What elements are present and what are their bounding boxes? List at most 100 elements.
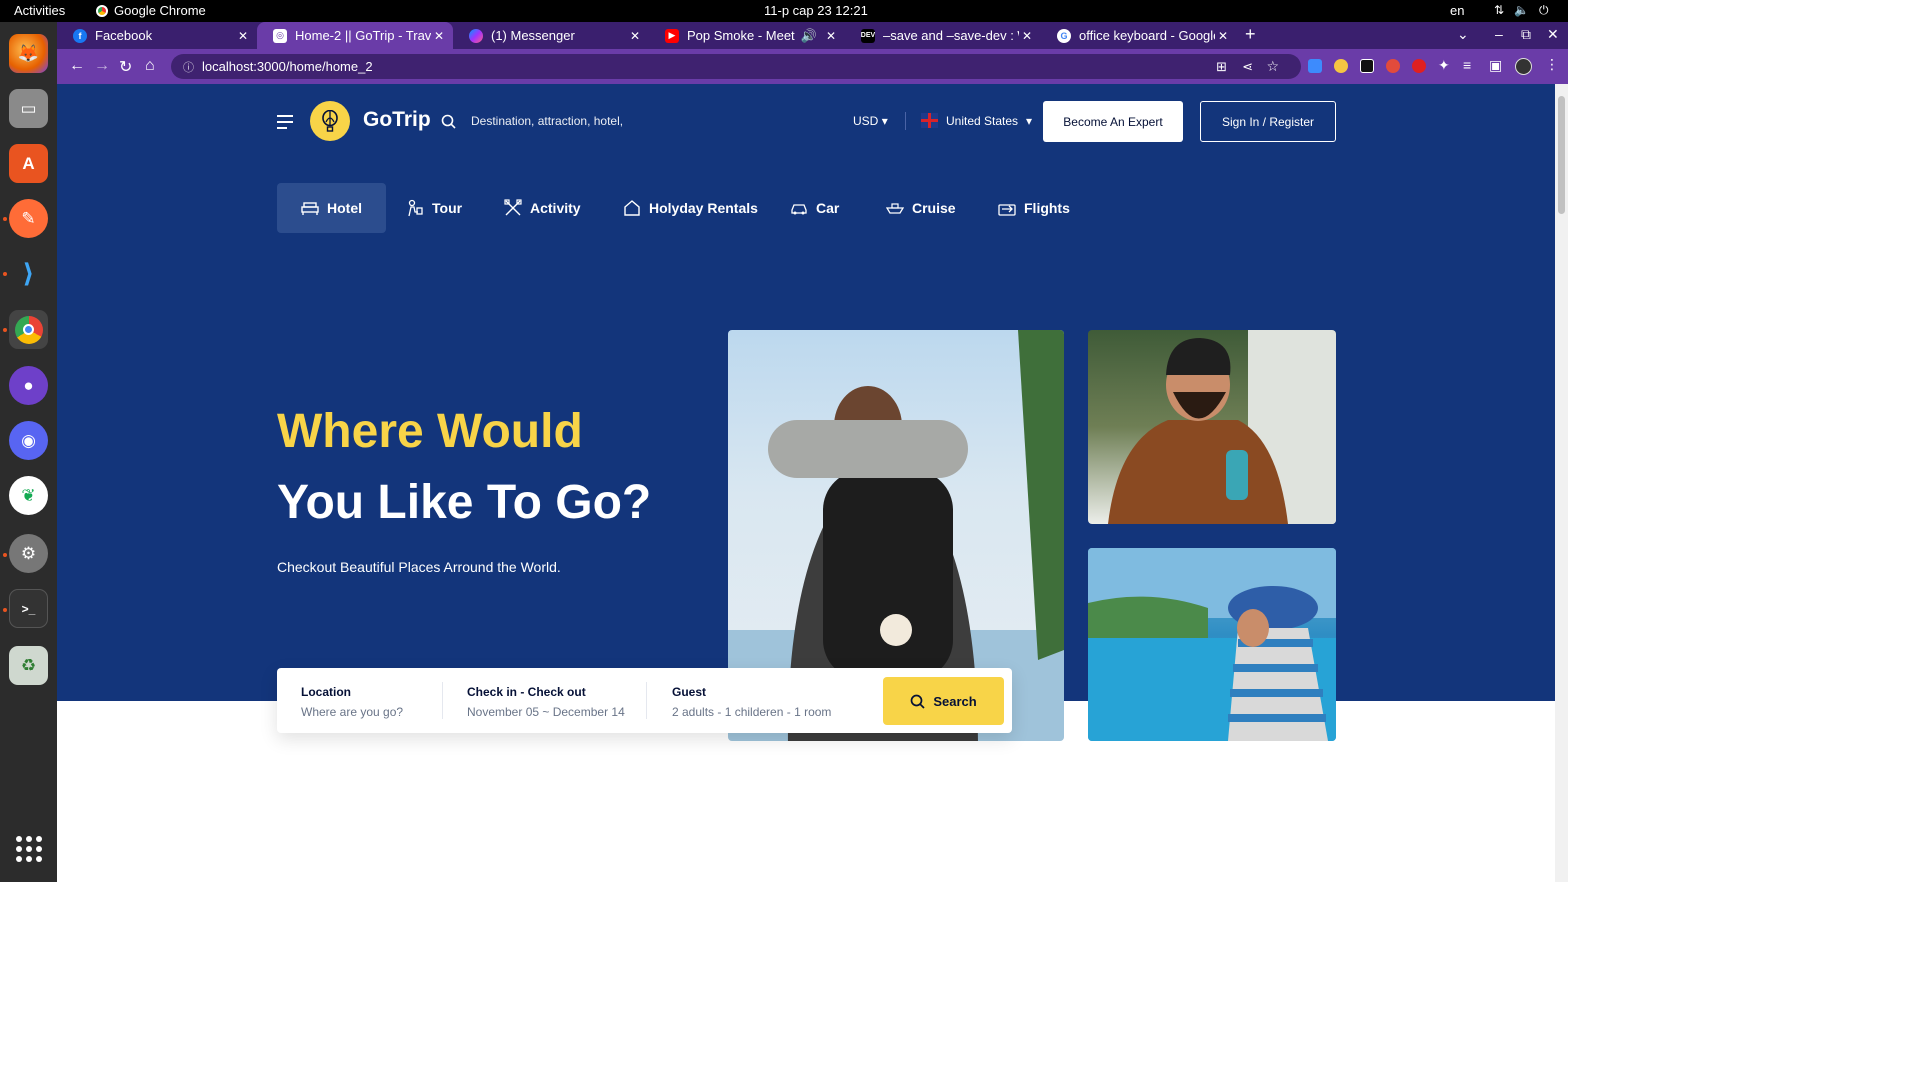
country-value: United States <box>946 113 1019 128</box>
home-icon[interactable]: ⌂ <box>145 57 155 75</box>
close-icon[interactable]: ✕ <box>1215 29 1231 43</box>
close-icon[interactable]: ✕ <box>627 29 643 43</box>
app-menu[interactable]: Google Chrome <box>96 3 206 18</box>
close-icon[interactable]: ✕ <box>1019 29 1035 43</box>
dates-value[interactable]: November 05 ~ December 14 <box>467 705 625 719</box>
country-select[interactable]: United States ▾ <box>921 113 1032 128</box>
minimize-icon[interactable]: – <box>1495 26 1503 42</box>
extension-icon[interactable] <box>1334 59 1348 73</box>
bookmark-star-icon[interactable]: ☆ <box>1266 58 1279 75</box>
chrome-dock-icon[interactable] <box>9 310 48 349</box>
location-field[interactable]: Location Where are you go? <box>301 668 441 733</box>
power-icon: ⏻ <box>1539 3 1549 17</box>
extension-icon[interactable] <box>1386 59 1400 73</box>
currency-select[interactable]: USD ▾ <box>853 114 888 128</box>
language-indicator[interactable]: en <box>1450 3 1464 18</box>
activities-button[interactable]: Activities <box>14 3 65 18</box>
tab-title: office keyboard - Google <box>1079 28 1215 43</box>
tab-car[interactable]: Car <box>766 183 863 233</box>
search-icon[interactable] <box>441 114 456 134</box>
forward-icon[interactable]: → <box>94 57 110 75</box>
volume-icon: 🔈 <box>1514 3 1530 17</box>
menu-icon[interactable] <box>277 115 293 133</box>
tab-tour[interactable]: Tour <box>382 183 486 233</box>
tab-facebook[interactable]: f Facebook ✕ <box>57 22 257 49</box>
guest-value[interactable]: 2 adults - 1 childeren - 1 room <box>672 705 831 719</box>
dates-field[interactable]: Check in - Check out November 05 ~ Decem… <box>467 668 647 733</box>
page-scrollbar[interactable] <box>1555 84 1568 882</box>
tab-hotel[interactable]: Hotel <box>277 183 386 233</box>
translate-icon[interactable]: ⊞ <box>1216 59 1227 75</box>
close-icon[interactable]: ✕ <box>431 29 447 43</box>
balloon-logo-icon[interactable] <box>310 101 350 141</box>
speaker-icon[interactable]: 🔊 <box>801 28 817 44</box>
divider <box>646 682 647 719</box>
running-indicator <box>3 608 7 612</box>
reading-list-icon[interactable]: ≡ <box>1463 57 1471 73</box>
adblock-icon[interactable] <box>1412 59 1426 73</box>
site-info-icon[interactable]: ⓘ <box>183 59 194 75</box>
facebook-icon: f <box>73 28 87 43</box>
mongodb-icon[interactable]: ❦ <box>9 476 48 515</box>
menu-dots-icon[interactable]: ⋮ <box>1545 56 1559 73</box>
maximize-icon[interactable]: ⧉ <box>1521 26 1531 43</box>
tab-label: Cruise <box>912 200 956 216</box>
software-center-icon[interactable]: A <box>9 144 48 183</box>
clock[interactable]: 11-р сар 23 12:21 <box>764 3 868 18</box>
become-expert-button[interactable]: Become An Expert <box>1043 101 1183 142</box>
guest-field[interactable]: Guest 2 adults - 1 childeren - 1 room <box>672 668 872 733</box>
tab-label: Flights <box>1024 200 1070 216</box>
search-button[interactable]: Search <box>883 677 1004 725</box>
postman-icon[interactable]: ✎ <box>9 199 48 238</box>
discord-icon[interactable]: ◉ <box>9 421 48 460</box>
tab-search-icon[interactable]: ⌄ <box>1457 26 1469 43</box>
extensions-puzzle-icon[interactable]: ✦ <box>1438 57 1450 74</box>
tab-title: –save and –save-dev : Wh <box>883 28 1019 43</box>
header-search-input[interactable]: Destination, attraction, hotel, <box>471 114 623 128</box>
tab-label: Hotel <box>327 200 362 216</box>
brand-name[interactable]: GoTrip <box>363 108 431 132</box>
files-icon[interactable]: ▭ <box>9 89 48 128</box>
tab-dev[interactable]: DEV –save and –save-dev : Wh ✕ <box>845 22 1041 49</box>
tab-holyday-rentals[interactable]: Holyday Rentals <box>599 183 782 233</box>
tab-label: Activity <box>530 200 581 216</box>
tab-gotrip[interactable]: ◎ Home-2 || GoTrip - Travel ✕ <box>257 22 453 49</box>
new-tab-icon[interactable]: + <box>1245 24 1256 45</box>
tab-google[interactable]: G office keyboard - Google ✕ <box>1041 22 1237 49</box>
location-input[interactable]: Where are you go? <box>301 705 403 719</box>
address-bar[interactable]: ⓘ localhost:3000/home/home_2 ⊞ ⋖ ☆ <box>171 54 1301 79</box>
tab-messenger[interactable]: (1) Messenger ✕ <box>453 22 649 49</box>
system-tray[interactable]: ⇅ 🔈 ⏻ <box>1494 3 1549 18</box>
tab-flights[interactable]: Flights <box>974 183 1094 233</box>
guest-label: Guest <box>672 685 707 699</box>
show-apps-icon[interactable] <box>16 836 42 862</box>
sign-in-register-button[interactable]: Sign In / Register <box>1200 101 1336 142</box>
settings-icon[interactable]: ⚙ <box>9 534 48 573</box>
window-close-icon[interactable]: ✕ <box>1547 26 1559 43</box>
tab-youtube[interactable]: ▶ Pop Smoke - Meet The 🔊 ✕ <box>649 22 845 49</box>
tab-activity[interactable]: Activity <box>480 183 605 233</box>
close-icon[interactable]: ✕ <box>235 29 251 43</box>
search-icon <box>910 694 925 709</box>
profile-avatar[interactable] <box>1515 58 1532 75</box>
tab-title: Home-2 || GoTrip - Travel <box>295 28 431 43</box>
side-panel-icon[interactable]: ▣ <box>1489 57 1502 74</box>
github-icon[interactable]: ● <box>9 366 48 405</box>
close-icon[interactable]: ✕ <box>823 29 839 43</box>
scrollbar-thumb[interactable] <box>1558 96 1565 214</box>
back-icon[interactable]: ← <box>69 57 85 75</box>
tab-cruise[interactable]: Cruise <box>862 183 980 233</box>
reload-icon[interactable]: ↻ <box>119 57 132 77</box>
share-icon[interactable]: ⋖ <box>1242 59 1253 75</box>
extension-icon[interactable] <box>1360 59 1374 73</box>
vscode-icon[interactable]: ⟩ <box>9 254 48 293</box>
trash-icon[interactable]: ♻ <box>9 646 48 685</box>
divider <box>442 682 443 719</box>
terminal-icon[interactable]: >_ <box>9 589 48 628</box>
firefox-icon[interactable]: 🦊 <box>9 34 48 73</box>
messenger-icon <box>469 28 483 43</box>
extension-icon[interactable] <box>1308 59 1322 73</box>
app-name: Google Chrome <box>114 3 206 18</box>
location-label: Location <box>301 685 351 699</box>
caret-down-icon: ▾ <box>881 114 888 128</box>
